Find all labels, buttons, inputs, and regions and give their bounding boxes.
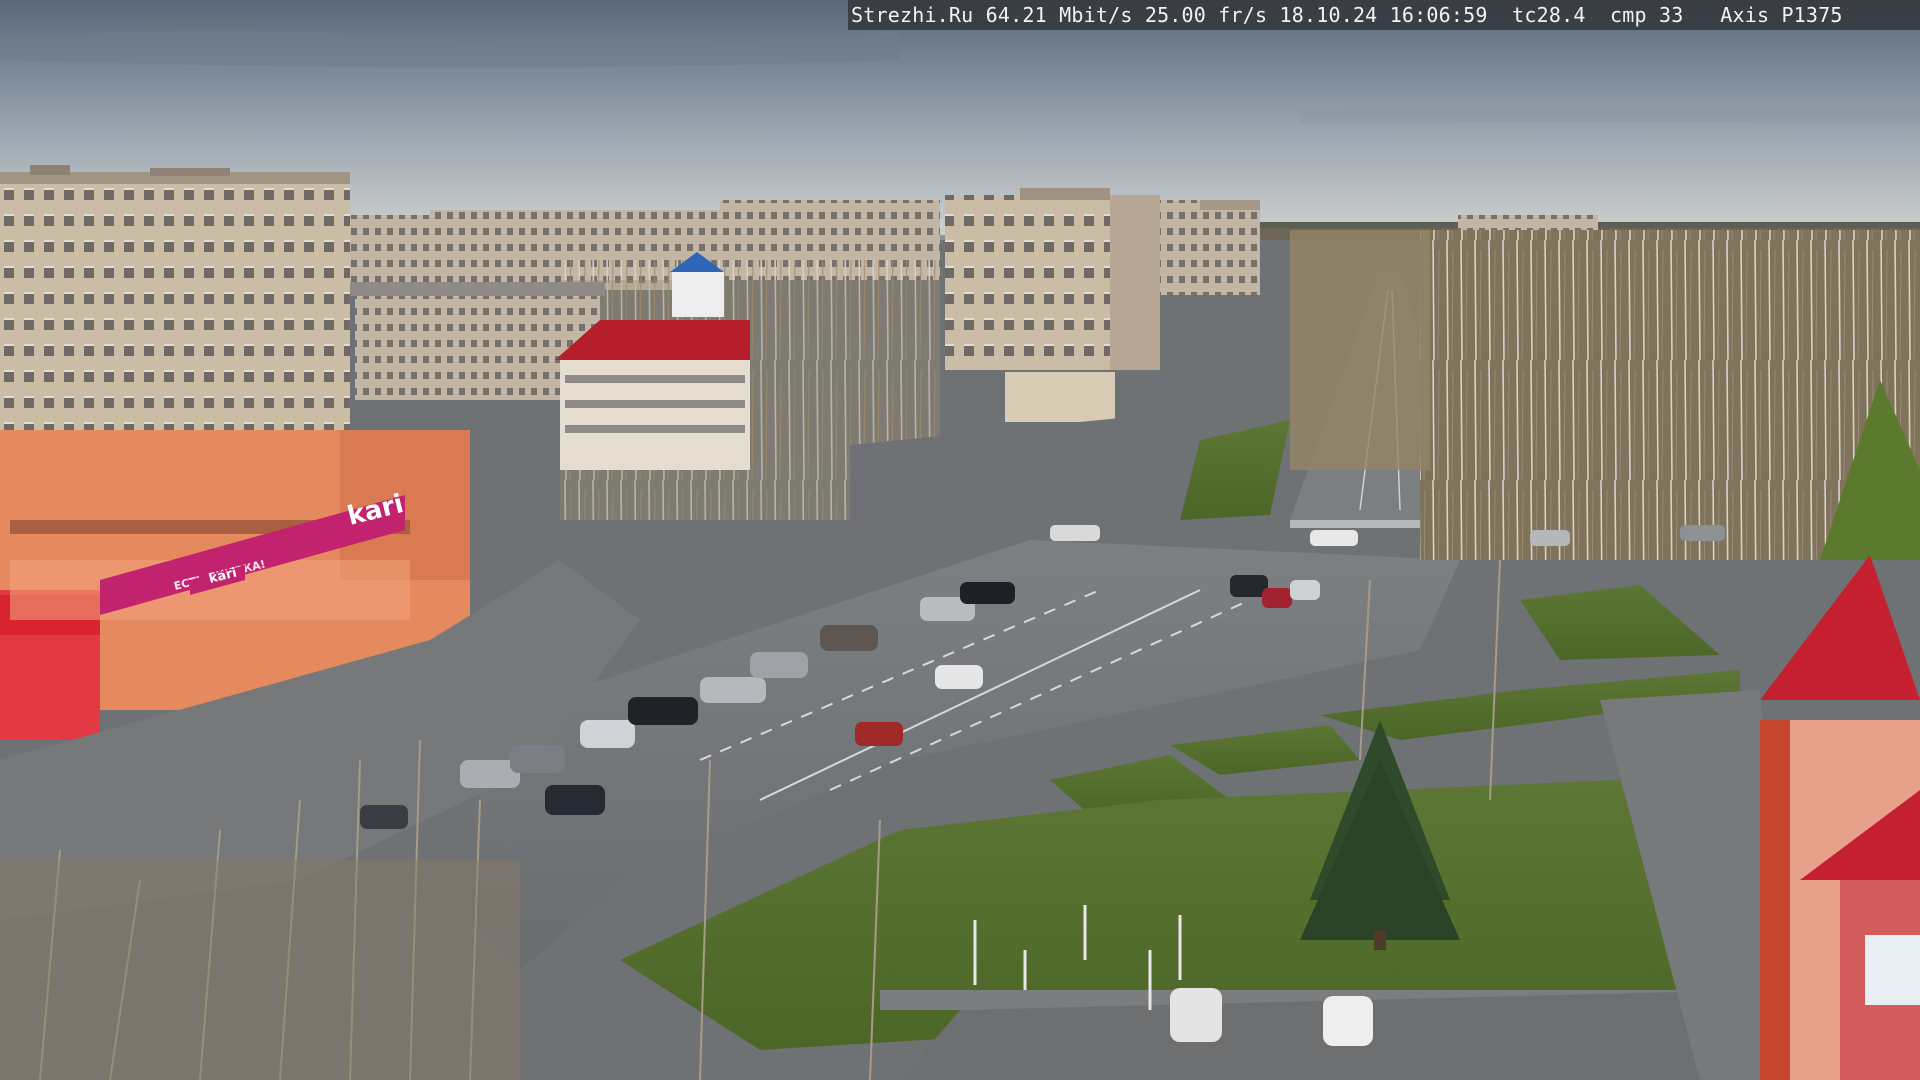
car [1323, 996, 1373, 1046]
car [1170, 988, 1222, 1042]
osd-camera-model: Axis P1375 [1720, 3, 1843, 27]
car [1310, 530, 1358, 546]
osd-bitrate: 64.21 Mbit/s [985, 3, 1133, 27]
car [580, 720, 635, 748]
car [700, 677, 766, 703]
car [1050, 525, 1100, 541]
car [935, 665, 983, 689]
osd-site: Strezhi.Ru [851, 3, 974, 27]
car [545, 785, 605, 815]
osd-framerate: 25.00 fr/s [1144, 3, 1268, 27]
osd-cmp: cmp 33 [1610, 3, 1684, 27]
car [628, 697, 698, 725]
car [960, 582, 1015, 604]
car [360, 805, 408, 829]
osd-date: 18.10.24 [1279, 3, 1378, 27]
car [1262, 588, 1292, 608]
car [1680, 525, 1725, 541]
car [820, 625, 878, 651]
car [1290, 580, 1320, 600]
osd-tc: tc28.4 [1512, 3, 1586, 27]
car [855, 722, 903, 746]
city-webcam-scene: kari ЕСТЬ СКИДКА! kari [0, 0, 1920, 1080]
red-roof-building [555, 320, 750, 470]
car [510, 745, 565, 773]
camera-osd-overlay: Strezhi.Ru 64.21 Mbit/s 25.00 fr/s 18.10… [848, 0, 1920, 30]
osd-time: 16:06:59 [1389, 3, 1488, 27]
car [750, 652, 808, 678]
car [1530, 530, 1570, 546]
